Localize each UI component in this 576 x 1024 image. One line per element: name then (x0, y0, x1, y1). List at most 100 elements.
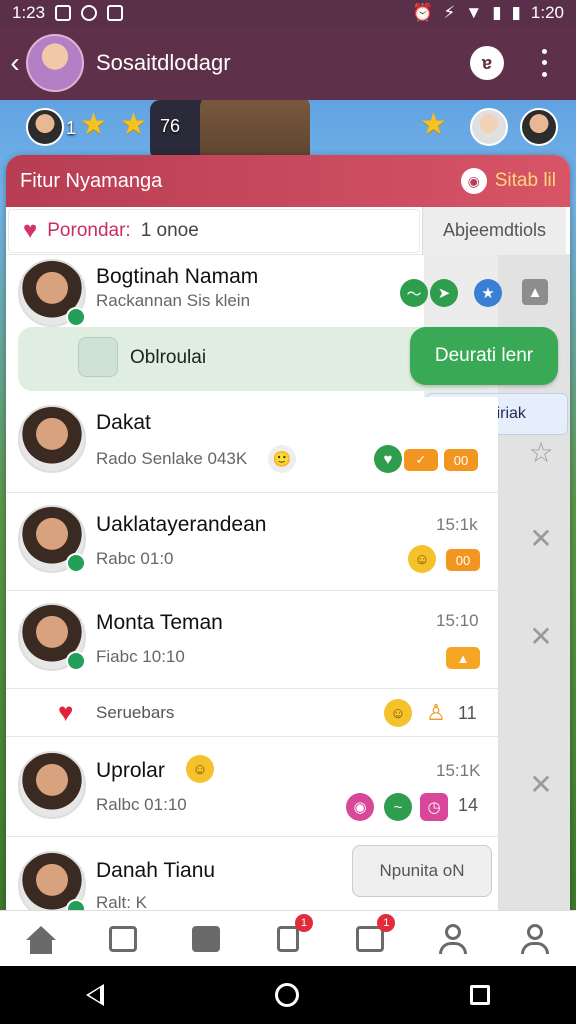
wifi-icon: ▼ (465, 3, 483, 22)
messenger-icon[interactable]: ~ (384, 793, 412, 821)
battery-icon: ▮ (511, 3, 521, 22)
list-item[interactable]: Monta Teman Fiabc 10:10 15:10 ▲ (6, 591, 498, 689)
heart-icon: ♥ (58, 697, 74, 727)
game-hud: 1 ★ ★ 76 ★ (0, 102, 576, 152)
primary-action-button[interactable]: Deurati lenr (410, 327, 558, 385)
friend-avatar[interactable] (470, 108, 508, 146)
chat-icon[interactable]: 1 (353, 913, 396, 954)
status-time-left: 1:23 (12, 3, 46, 22)
player-avatar[interactable] (26, 108, 64, 146)
contact-status: Ralbc 01:10 (96, 795, 187, 814)
chat-icon[interactable]: ～ (400, 279, 428, 307)
candy-icon: ◉ (346, 793, 374, 821)
sub-avatar (78, 337, 118, 377)
filter-label: Porondar: (47, 219, 131, 241)
app-bar: ‹ Sosaitdlodagr ɐ (0, 26, 576, 100)
star-icon[interactable]: ★ (420, 110, 447, 140)
friends-panel: Fitur Nyamanga ◉ Sitab lil ♥ Porondar: 1… (6, 155, 570, 910)
home-icon[interactable] (24, 924, 58, 954)
timestamp: 15:1K (436, 761, 481, 780)
gift-icon[interactable]: ▲ (522, 279, 548, 305)
pin-icon[interactable]: ☆ (526, 437, 556, 468)
hud-count: 1 (66, 118, 77, 138)
person-icon: ♙ (426, 700, 446, 725)
back-arrow-icon[interactable]: ‹ (4, 47, 26, 79)
secondary-action-button[interactable]: Npunita oN (352, 845, 492, 897)
count-label: 14 (458, 795, 479, 815)
profile-icon[interactable] (518, 923, 552, 954)
contact-name: Bogtinah Namam (96, 265, 259, 288)
avatar (18, 603, 86, 671)
avatar (18, 751, 86, 819)
gift-icon: ▲ (446, 647, 480, 669)
bottom-navigation: 1 1 (0, 910, 576, 966)
filter-chip[interactable]: ♥ Porondar: 1 onoe (8, 208, 420, 253)
avatar (18, 259, 86, 327)
app-notification-icon (55, 5, 72, 21)
profile-avatar[interactable] (26, 34, 84, 92)
avatar (18, 505, 86, 573)
system-home-icon[interactable] (274, 983, 299, 1007)
notification-badge: 1 (294, 913, 313, 932)
status-bar: 1:23 ⏰ ⚡ ▼ ▮ ▮ 1:20 (0, 0, 576, 26)
square-notification-icon (107, 5, 124, 21)
emoji-icon: 🙂 (268, 445, 296, 473)
monkey-emoji-icon: ☺ (186, 755, 214, 783)
list-item[interactable]: Uaklatayerandean Rabc 01:0 15:1k ☺ 00 (6, 493, 498, 591)
favorite-star-icon[interactable]: ★ (474, 279, 502, 307)
section-header: ♥ Seruebars ☺ ♙ 11 (6, 689, 498, 737)
contact-status: Fiabc 10:10 (96, 647, 185, 666)
star-icon: ★ (120, 108, 147, 141)
friends-icon[interactable] (436, 923, 470, 954)
system-navigation (0, 966, 576, 1024)
list-item[interactable]: Uprolar ☺ Ralbc 01:10 15:1K ◉ ~ ◷ 14 (6, 737, 498, 837)
timestamp: 15:1k (436, 515, 478, 534)
contact-status: Rabc 01:0 (96, 549, 174, 568)
online-badge (66, 651, 86, 671)
vibrate-icon: ⚡ (443, 3, 456, 22)
chat-bubble-icon[interactable]: ɐ (470, 46, 504, 80)
online-badge (66, 899, 86, 910)
contact-name: Uprolar (96, 759, 165, 782)
online-badge (66, 307, 86, 327)
contact-name: Monta Teman (96, 611, 223, 634)
section-label: Seruebars (96, 702, 175, 722)
hud-score: 76 (160, 116, 181, 136)
send-icon[interactable]: ➤ (430, 279, 458, 307)
close-icon[interactable]: ✕ (526, 523, 556, 554)
status-time-right: 1:20 (530, 3, 564, 22)
smiley-icon: ☺ (408, 545, 436, 573)
contact-name: Dakat (96, 411, 151, 434)
heart-icon: ♥ (23, 216, 38, 244)
close-icon[interactable]: ✕ (526, 769, 556, 800)
close-icon[interactable]: ✕ (526, 621, 556, 652)
notification-badge: 1 (377, 913, 396, 932)
list-item[interactable]: Dakat Rado Senlake 043K 🙂 ♥ ✓ 00 (6, 397, 498, 493)
star-icon: ★ (80, 108, 107, 141)
panel-title: Fitur Nyamanga (20, 169, 163, 192)
document-icon[interactable]: 1 (271, 913, 313, 954)
header-action-link[interactable]: Sitab lil (495, 170, 556, 192)
score-badge: 00 (446, 549, 480, 571)
avatar (18, 851, 86, 910)
friend-avatar[interactable] (520, 108, 558, 146)
panel-header: Fitur Nyamanga ◉ Sitab lil (6, 155, 570, 207)
signal-icon: ▮ (492, 3, 502, 22)
inbox-icon[interactable] (106, 924, 140, 954)
heart-chat-icon[interactable]: ♥ (374, 445, 402, 473)
timer-icon: ◷ (420, 793, 448, 821)
section-count: 11 (458, 703, 477, 723)
system-back-icon[interactable] (85, 984, 104, 1006)
avatar (18, 405, 86, 473)
filter-tab[interactable]: Abjeemdtiols (422, 206, 566, 255)
more-options-icon[interactable] (536, 46, 552, 80)
controller-icon[interactable]: ◉ (460, 168, 487, 194)
system-recents-icon[interactable] (470, 985, 491, 1005)
smiley-icon: ☺ (384, 699, 412, 727)
filter-bar: ♥ Porondar: 1 onoe Abjeemdtiols (6, 206, 570, 255)
contact-name: Danah Tianu (96, 859, 216, 882)
contact-status: Rackannan Sis klein (96, 291, 251, 310)
edit-icon[interactable] (189, 924, 223, 954)
badge-icon: ✓ (404, 449, 438, 471)
contact-status: Ralt: K (96, 893, 148, 910)
